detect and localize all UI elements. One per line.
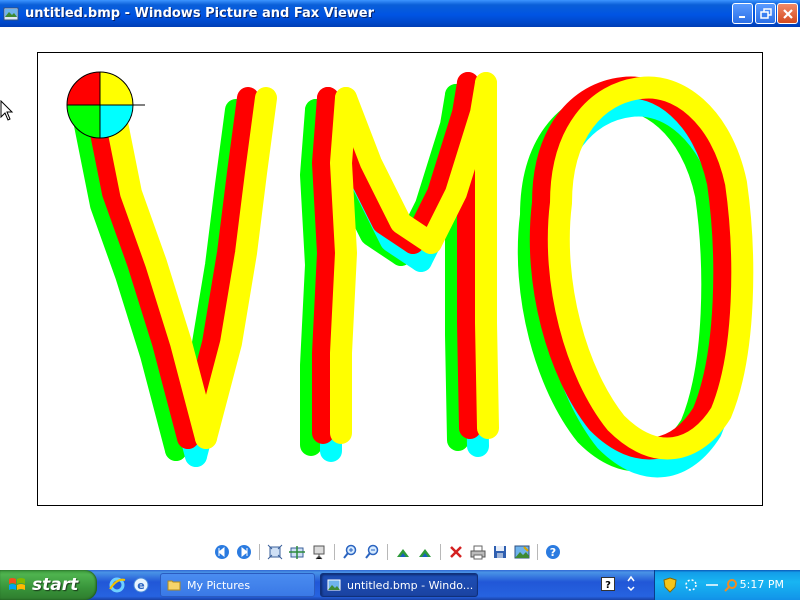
taskbar-item-label: My Pictures: [187, 578, 251, 592]
toolbar-separator: [259, 544, 260, 560]
help-button[interactable]: ?: [543, 542, 563, 562]
close-icon: [782, 8, 793, 19]
start-label: start: [32, 575, 79, 595]
restore-button[interactable]: [755, 3, 776, 24]
slideshow-button[interactable]: [309, 542, 329, 562]
toolbar-separator: [440, 544, 441, 560]
taskbar: start e My Pictures untitled.bmp - Windo…: [0, 570, 800, 600]
displayed-image[interactable]: [37, 52, 763, 506]
restore-icon: [759, 7, 772, 19]
connection-arrow-icon[interactable]: [705, 578, 719, 592]
actual-size-button[interactable]: [287, 542, 307, 562]
zoom-in-icon: [343, 544, 357, 559]
mouse-pointer-icon: [0, 100, 14, 121]
previous-image-icon: [215, 545, 229, 559]
slideshow-icon: [313, 545, 325, 560]
help-icon: ?: [546, 545, 560, 559]
letter-m-right-stroke: [475, 72, 499, 439]
rotate-counterclockwise-icon: [419, 549, 431, 557]
picture-viewer-icon: [327, 579, 341, 591]
picture-viewer-icon: [3, 6, 19, 22]
save-icon: [494, 546, 506, 558]
edit-button[interactable]: [512, 542, 532, 562]
title-bar[interactable]: untitled.bmp - Windows Picture and Fax V…: [0, 0, 800, 27]
svg-text:?: ?: [605, 580, 611, 591]
windows-logo-icon: [9, 578, 25, 590]
taskbar-item-my-pictures[interactable]: My Pictures: [160, 573, 315, 597]
close-button[interactable]: [777, 3, 798, 24]
desktop-screen: untitled.bmp - Windows Picture and Fax V…: [0, 0, 800, 600]
letter-m-left-stroke: [330, 87, 357, 444]
minimize-button[interactable]: [732, 3, 753, 24]
window-title: untitled.bmp - Windows Picture and Fax V…: [25, 6, 374, 21]
minimize-icon: [738, 15, 745, 18]
toolbar-separator: [334, 544, 335, 560]
zoom-out-icon: [365, 544, 379, 559]
folder-icon: [167, 580, 181, 591]
zoom-in-button[interactable]: [340, 542, 360, 562]
previous-image-button[interactable]: [212, 542, 232, 562]
taskbar-item-picture-viewer[interactable]: untitled.bmp - Windo...: [320, 573, 478, 597]
internet-explorer-icon[interactable]: [108, 576, 126, 594]
next-image-icon: [237, 545, 251, 559]
svg-text:?: ?: [550, 546, 556, 559]
security-shield-icon[interactable]: [663, 577, 677, 593]
quadrant-circle: [66, 71, 145, 139]
delete-button[interactable]: [446, 542, 466, 562]
picture-viewer-area: [0, 27, 800, 569]
rotate-clockwise-icon: [397, 549, 409, 557]
svg-text:e: e: [137, 579, 144, 592]
letter-m-left-stroke: [312, 87, 339, 444]
quick-launch: e: [108, 576, 150, 594]
system-tray: 5:17 PM: [654, 570, 800, 600]
rotate-counterclockwise-button[interactable]: [415, 542, 435, 562]
best-fit-icon: [267, 544, 283, 560]
print-button[interactable]: [468, 542, 488, 562]
search-icon[interactable]: [723, 577, 739, 593]
taskbar-item-label: untitled.bmp - Windo...: [347, 578, 474, 592]
save-button[interactable]: [490, 542, 510, 562]
help-icon[interactable]: ?: [601, 577, 615, 591]
letter-v-left-stroke: [82, 82, 199, 449]
network-icon[interactable]: [683, 577, 699, 593]
language-bar-options-icon[interactable]: [625, 575, 637, 595]
print-icon: [470, 545, 486, 560]
show-desktop-icon[interactable]: e: [132, 576, 150, 594]
best-fit-button[interactable]: [265, 542, 285, 562]
next-image-button[interactable]: [234, 542, 254, 562]
start-button[interactable]: start: [0, 570, 97, 600]
delete-icon: [450, 546, 462, 558]
toolbar-separator: [387, 544, 388, 560]
rotate-clockwise-button[interactable]: [393, 542, 413, 562]
zoom-out-button[interactable]: [362, 542, 382, 562]
edit-icon: [514, 545, 530, 559]
actual-size-icon: [289, 546, 305, 559]
vmo-drawing: [66, 71, 754, 478]
toolbar-separator: [537, 544, 538, 560]
clock: 5:17 PM: [739, 578, 784, 591]
viewer-toolbar: ?: [212, 541, 563, 563]
